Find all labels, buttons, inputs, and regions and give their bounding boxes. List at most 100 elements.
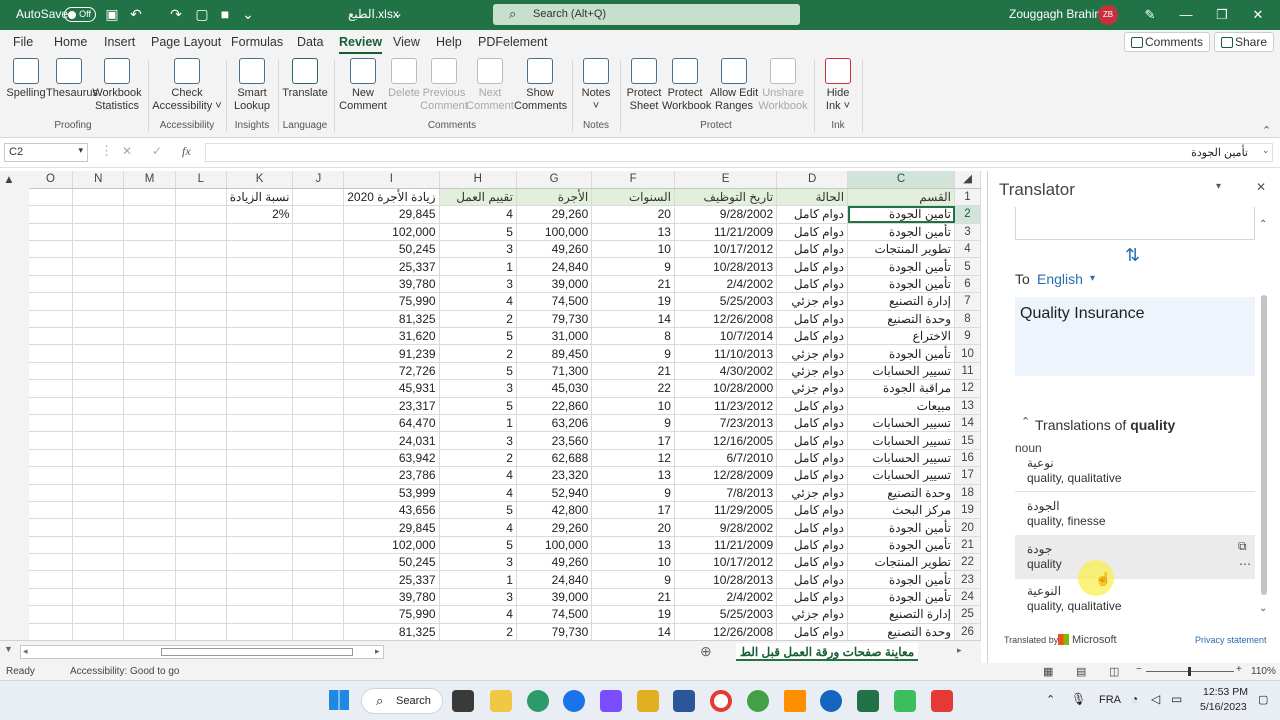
row-header[interactable]: 6 xyxy=(954,275,981,294)
cell[interactable] xyxy=(123,588,176,607)
cell[interactable]: إدارة التصنيع xyxy=(847,292,956,311)
cell[interactable] xyxy=(72,275,125,294)
cell[interactable]: 12/28/2009 xyxy=(674,466,778,485)
cell[interactable]: دوام كامل xyxy=(776,414,849,433)
cell[interactable]: 39,780 xyxy=(343,588,440,607)
cell[interactable]: 3 xyxy=(439,275,517,294)
cell[interactable] xyxy=(226,414,294,433)
cell[interactable]: 4 xyxy=(439,605,517,624)
cell[interactable] xyxy=(292,414,345,433)
cell[interactable] xyxy=(175,240,227,259)
cell[interactable]: دوام كامل xyxy=(776,466,849,485)
cell[interactable]: 24,031 xyxy=(343,431,440,450)
cell[interactable]: 19 xyxy=(591,605,675,624)
app-icon[interactable] xyxy=(747,690,769,712)
cell[interactable]: تأمين الجودة xyxy=(847,588,956,607)
cell[interactable]: 3 xyxy=(439,431,517,450)
cell[interactable] xyxy=(123,518,176,537)
cell[interactable] xyxy=(292,449,345,468)
normal-view-icon[interactable]: ▦ xyxy=(1043,665,1053,678)
cell[interactable] xyxy=(292,240,345,259)
scroll-thumb[interactable] xyxy=(1261,295,1267,595)
cell[interactable] xyxy=(292,379,345,398)
scroll-down-icon[interactable]: ▼ xyxy=(4,644,13,654)
page-break-view-icon[interactable]: ◫ xyxy=(1109,665,1119,678)
ribbon-display-icon[interactable]: ✎ xyxy=(1140,5,1160,25)
cell[interactable]: 29,260 xyxy=(516,518,593,537)
unshare-workbook-button[interactable]: Unshare Workbook xyxy=(758,58,808,113)
app-icon[interactable] xyxy=(600,690,622,712)
cell[interactable]: 62,688 xyxy=(516,449,593,468)
tab-page-layout[interactable]: Page Layout xyxy=(151,35,221,49)
row-header[interactable]: 21 xyxy=(954,536,981,555)
cell[interactable] xyxy=(292,362,345,381)
file-explorer-icon[interactable] xyxy=(490,690,512,712)
cell[interactable]: 10 xyxy=(591,397,675,415)
name-box[interactable]: C2 ▾ xyxy=(4,143,88,162)
cell[interactable] xyxy=(28,570,74,589)
cell[interactable] xyxy=(175,414,227,433)
swap-languages-icon[interactable]: ⇅ xyxy=(1125,245,1140,266)
notes-button[interactable]: Notes ˅ xyxy=(576,58,616,113)
avatar[interactable]: ZB xyxy=(1098,5,1118,25)
cell[interactable] xyxy=(226,553,294,572)
cell[interactable] xyxy=(292,257,345,276)
pane-options-icon[interactable]: ▾ xyxy=(1216,181,1221,192)
close-pane-icon[interactable]: ✕ xyxy=(1256,180,1266,194)
cell[interactable] xyxy=(123,327,176,346)
notification-icon[interactable]: ▢ xyxy=(1258,693,1268,706)
cell[interactable]: 13 xyxy=(591,536,675,555)
cell[interactable] xyxy=(28,588,74,607)
cell[interactable]: 45,030 xyxy=(516,379,593,398)
cell[interactable]: 5 xyxy=(439,362,517,381)
cell[interactable]: دوام جزئي xyxy=(776,484,849,502)
comments-button[interactable]: Comments xyxy=(1124,32,1211,52)
cell[interactable] xyxy=(175,536,227,555)
cell[interactable] xyxy=(226,449,294,468)
cell[interactable] xyxy=(292,205,345,224)
cell[interactable]: 23,320 xyxy=(516,466,593,485)
column-header[interactable]: I xyxy=(343,171,440,189)
cell[interactable]: 9 xyxy=(591,414,675,433)
cell[interactable] xyxy=(72,414,125,433)
language-indicator[interactable]: FRA xyxy=(1099,694,1121,706)
cell[interactable] xyxy=(226,588,294,607)
worksheet-grid[interactable]: ▲ O N M L K J I H G F E D C ◢ نسبة الزيا… xyxy=(0,171,981,640)
cell[interactable]: 11/10/2013 xyxy=(674,344,778,363)
cell[interactable]: 4/30/2002 xyxy=(674,362,778,381)
row-header[interactable]: 25 xyxy=(954,605,981,624)
cell[interactable]: 21 xyxy=(591,362,675,381)
cell[interactable]: تأمين الجودة xyxy=(847,275,956,294)
cell[interactable]: 10/17/2012 xyxy=(674,240,778,259)
cell[interactable]: الاختراع xyxy=(847,327,956,346)
cell[interactable] xyxy=(28,501,74,520)
allow-edit-ranges-button[interactable]: Allow Edit Ranges xyxy=(708,58,760,113)
scroll-left-icon[interactable]: ◂ xyxy=(23,646,28,657)
cell[interactable] xyxy=(226,466,294,485)
cell[interactable] xyxy=(226,536,294,555)
autosave-toggle[interactable]: Off xyxy=(64,7,96,22)
smart-lookup-button[interactable]: Smart Lookup xyxy=(230,58,274,113)
cell[interactable] xyxy=(175,362,227,381)
cell[interactable] xyxy=(28,379,74,398)
column-header[interactable]: M xyxy=(123,171,176,189)
cell[interactable]: 19 xyxy=(591,292,675,311)
cell[interactable]: تأمين الجودة xyxy=(847,344,956,363)
cell[interactable]: 5 xyxy=(439,501,517,520)
cell[interactable]: 9/28/2002 xyxy=(674,205,778,224)
row-header[interactable]: 15 xyxy=(954,431,981,450)
cell[interactable]: دوام كامل xyxy=(776,275,849,294)
cell[interactable]: السنوات xyxy=(591,188,675,207)
cell[interactable]: 31,000 xyxy=(516,327,593,346)
tab-formulas[interactable]: Formulas xyxy=(231,35,283,49)
cell[interactable]: تسيير الحسابات xyxy=(847,431,956,450)
page-layout-view-icon[interactable]: ▤ xyxy=(1076,665,1086,678)
cell[interactable] xyxy=(226,570,294,589)
cell[interactable] xyxy=(123,414,176,433)
cell[interactable]: دوام كامل xyxy=(776,623,849,640)
cell[interactable]: دوام جزئي xyxy=(776,292,849,311)
cell[interactable] xyxy=(292,570,345,589)
network-icon[interactable]: ◔ xyxy=(1131,692,1138,706)
app-icon[interactable] xyxy=(820,690,842,712)
scroll-right-icon[interactable]: ▸ xyxy=(375,646,380,657)
